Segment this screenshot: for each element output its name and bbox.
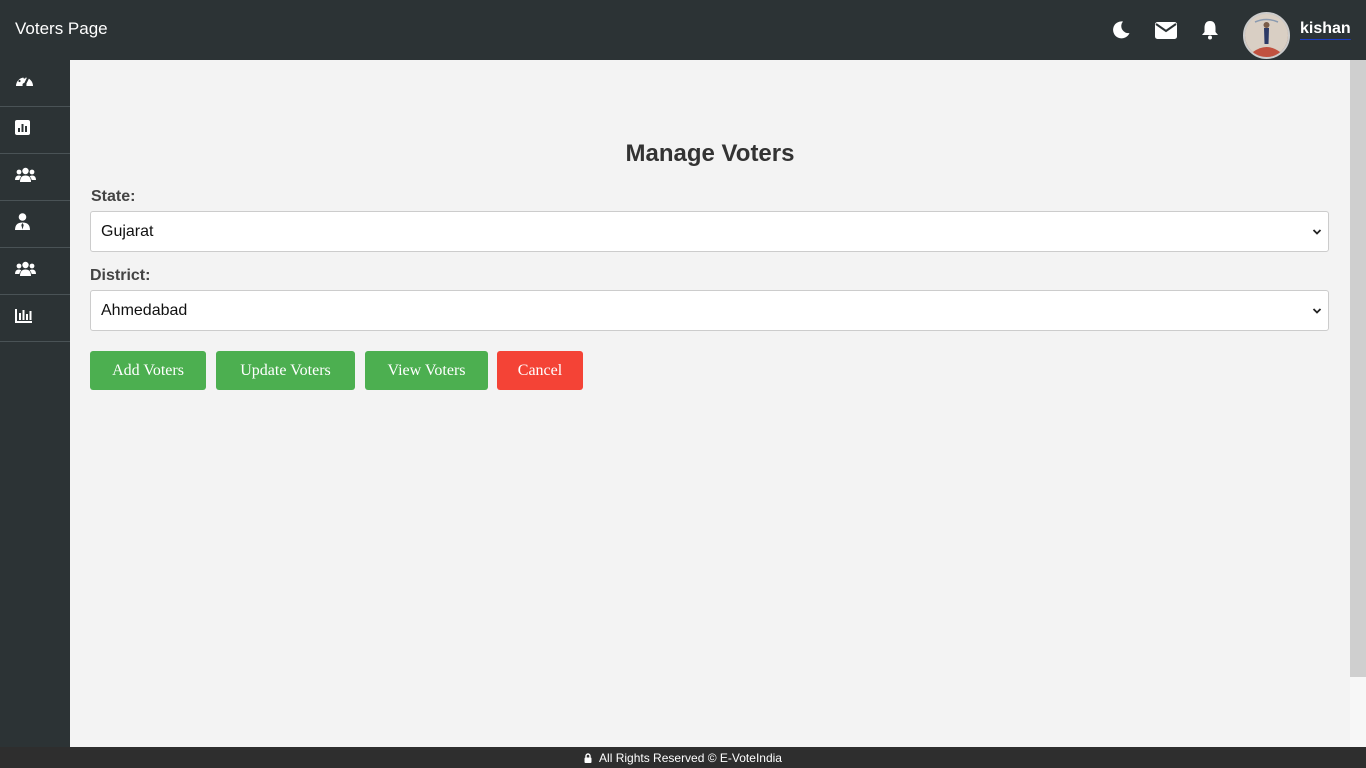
district-select-value: Ahmedabad xyxy=(101,301,188,319)
bar-chart-icon xyxy=(15,120,30,140)
state-select-value: Gujarat xyxy=(101,222,154,240)
sidebar-item-candidates[interactable] xyxy=(0,201,70,248)
chevron-down-icon xyxy=(1312,303,1322,324)
sidebar-item-voters[interactable] xyxy=(0,154,70,201)
dashboard-gauge-icon xyxy=(15,73,34,93)
users-group-icon xyxy=(15,261,36,281)
chevron-down-icon xyxy=(1312,224,1322,245)
sidebar-item-results[interactable] xyxy=(0,295,70,342)
top-navbar: Voters Page kishan xyxy=(0,0,1366,60)
footer: All Rights Reserved © E-VoteIndia xyxy=(0,747,1366,768)
update-voters-button[interactable]: Update Voters xyxy=(216,351,355,390)
username-link[interactable]: kishan xyxy=(1300,20,1351,38)
sidebar xyxy=(0,60,70,747)
moon-icon[interactable] xyxy=(1109,18,1133,42)
envelope-icon[interactable] xyxy=(1154,18,1178,42)
vertical-scrollbar[interactable] xyxy=(1350,60,1366,747)
district-label: District: xyxy=(90,267,151,284)
lock-icon xyxy=(584,752,592,763)
state-label: State: xyxy=(91,188,136,205)
page-title-text: Voters Page xyxy=(15,19,108,38)
cancel-button[interactable]: Cancel xyxy=(497,351,583,390)
chart-columns-icon xyxy=(15,308,32,328)
scrollbar-thumb[interactable] xyxy=(1350,60,1366,677)
view-voters-button[interactable]: View Voters xyxy=(365,351,488,390)
footer-text: All Rights Reserved © E-VoteIndia xyxy=(599,750,782,765)
manage-voters-heading: Manage Voters xyxy=(625,140,795,167)
sidebar-item-reports[interactable] xyxy=(0,107,70,154)
add-voters-button[interactable]: Add Voters xyxy=(90,351,206,390)
user-avatar[interactable] xyxy=(1243,12,1290,59)
sidebar-item-users[interactable] xyxy=(0,248,70,295)
users-group-icon xyxy=(15,167,36,187)
sidebar-item-dashboard[interactable] xyxy=(0,60,70,107)
user-tie-icon xyxy=(15,213,30,235)
bell-icon[interactable] xyxy=(1198,18,1222,42)
state-select[interactable]: Gujarat xyxy=(90,211,1329,252)
main-content: Manage Voters State: Gujarat District: A… xyxy=(70,60,1350,747)
district-select[interactable]: Ahmedabad xyxy=(90,290,1329,331)
